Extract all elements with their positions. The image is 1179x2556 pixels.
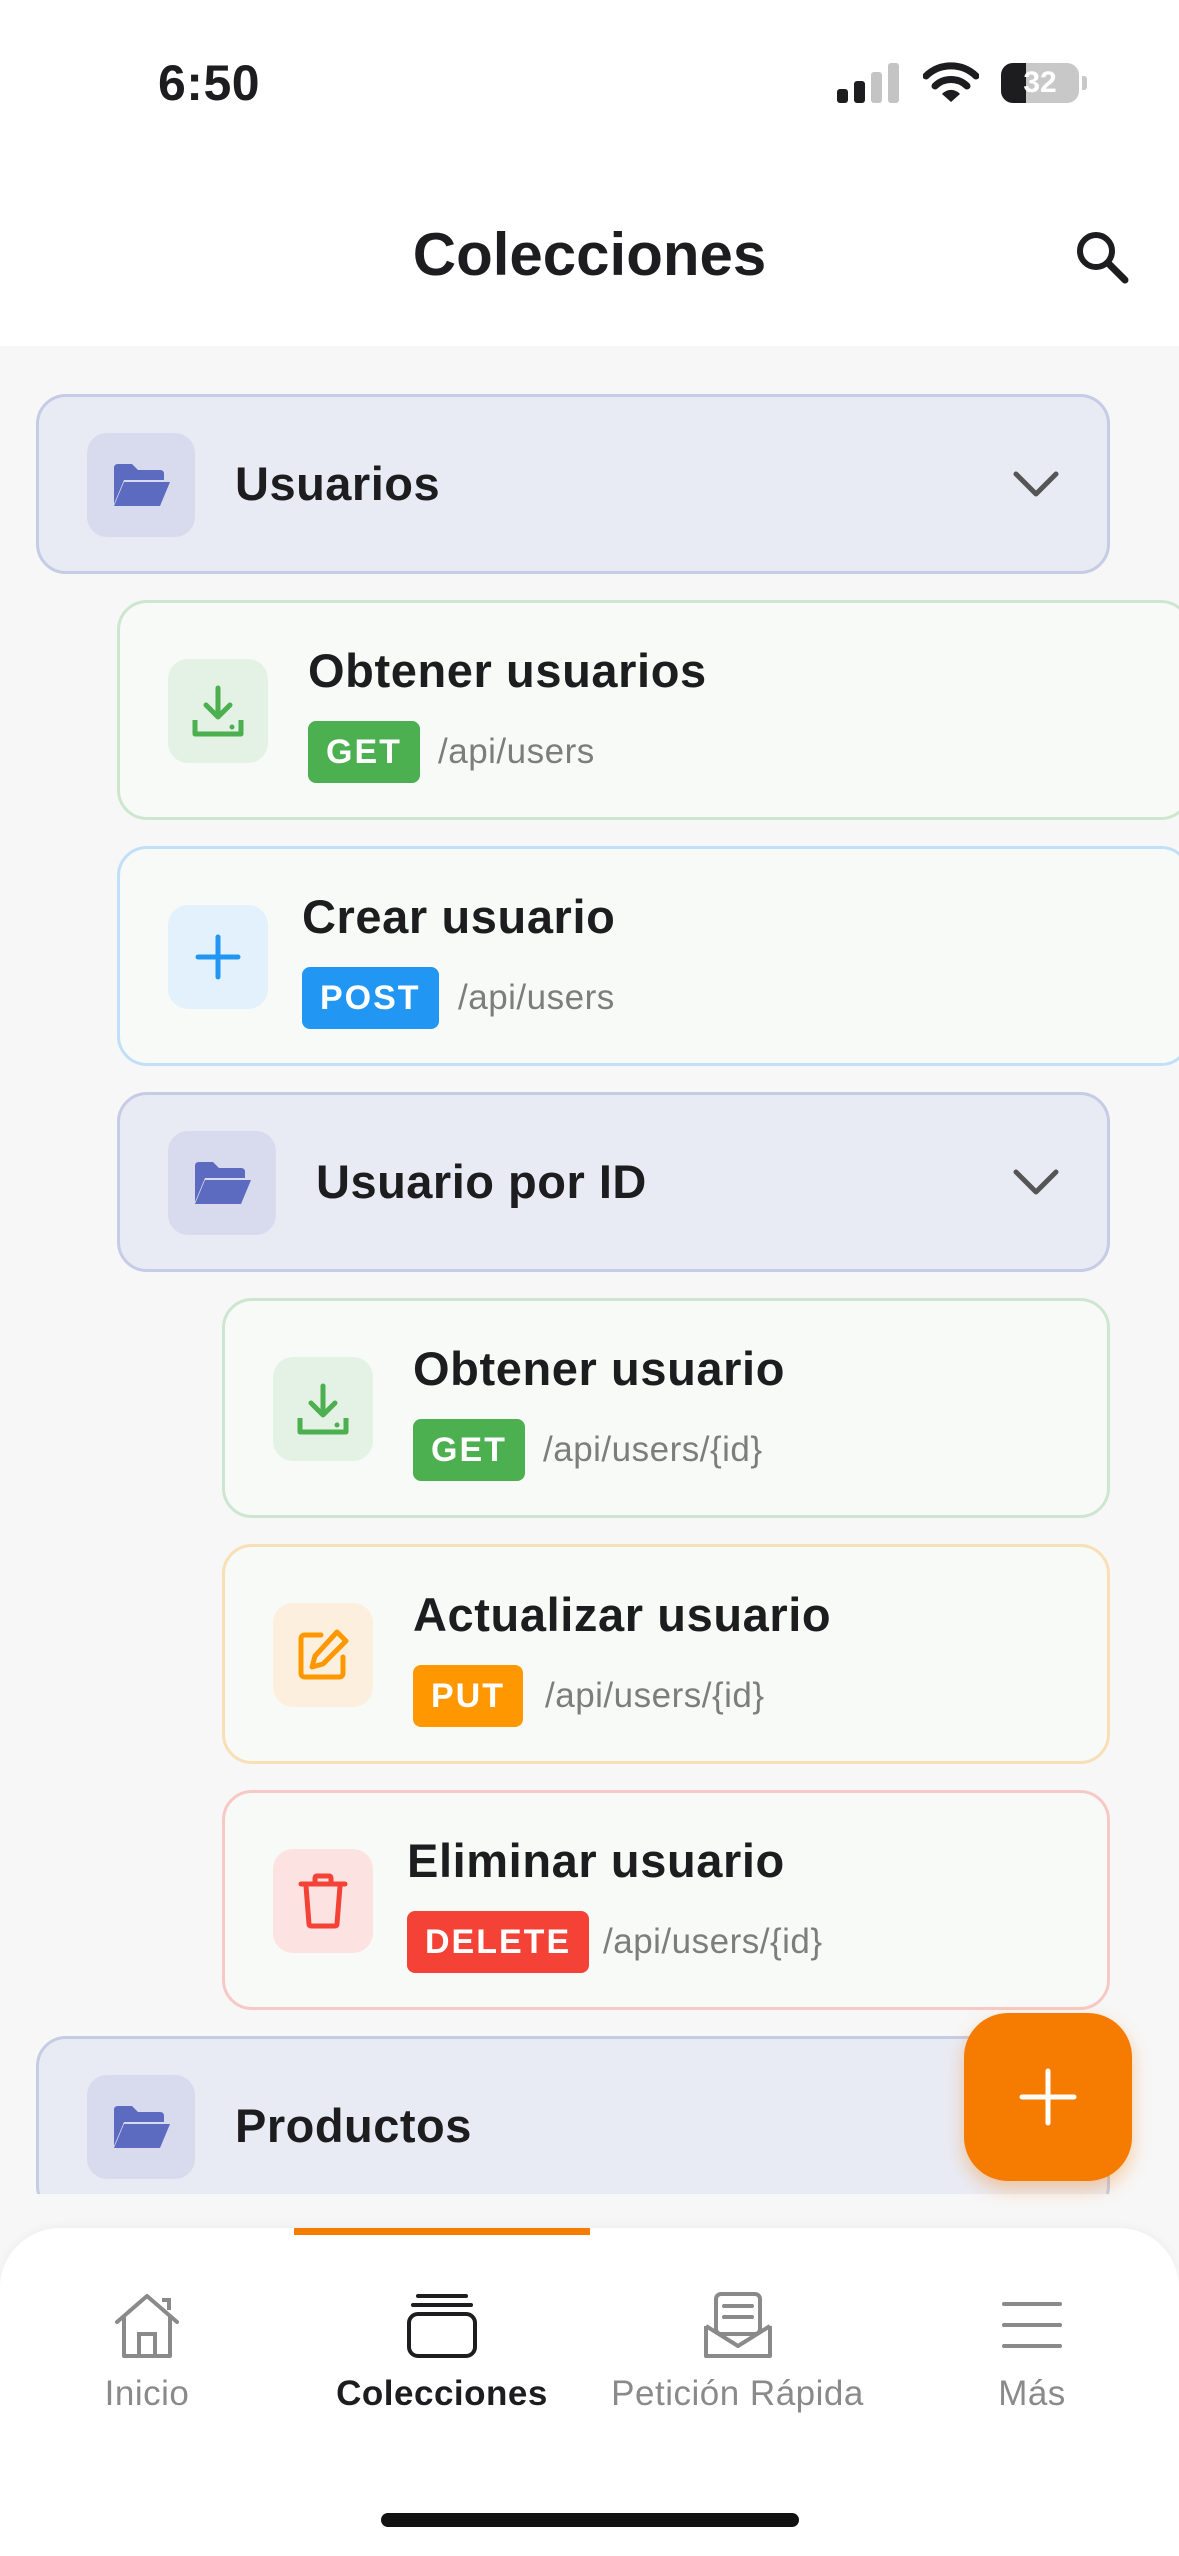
method-badge: DELETE — [407, 1911, 590, 1973]
request-path: /api/users/{id} — [603, 1922, 823, 1961]
request-path: /api/users/{id} — [543, 1430, 763, 1469]
folder-title: Usuarios — [235, 457, 441, 510]
search-button[interactable] — [1067, 222, 1137, 292]
request-title: Obtener usuario — [413, 1342, 786, 1395]
request-title: Eliminar usuario — [407, 1834, 785, 1887]
status-time: 6:50 — [158, 55, 261, 111]
nav-item-peticion-rapida[interactable]: Petición Rápida — [590, 2228, 885, 2448]
nav-label: Colecciones — [336, 2374, 548, 2413]
battery-level: 32 — [1023, 66, 1057, 99]
request-path: /api/users/{id} — [545, 1676, 765, 1715]
nav-label: Inicio — [104, 2374, 190, 2413]
search-icon — [1077, 232, 1129, 284]
request-item[interactable]: Crear usuario POST /api/users — [117, 846, 1179, 1066]
collections-icon — [407, 2294, 477, 2358]
nav-label: Más — [998, 2374, 1066, 2413]
download-icon — [168, 659, 268, 763]
menu-icon — [1002, 2302, 1062, 2348]
cellular-signal-icon — [837, 63, 899, 103]
collection-folder-usuario-por-id[interactable]: Usuario por ID — [117, 1092, 1110, 1272]
method-badge: GET — [308, 721, 420, 783]
request-path: /api/users — [438, 732, 595, 771]
plus-icon — [168, 905, 268, 1009]
status-icons: 32 — [837, 62, 1087, 104]
collection-folder-productos[interactable]: Productos — [36, 2036, 1110, 2194]
page-title: Colecciones — [412, 221, 767, 288]
folder-title: Usuario por ID — [316, 1155, 647, 1208]
nav-label: Petición Rápida — [611, 2374, 864, 2413]
collections-list[interactable]: Usuarios Obtener usuarios GET /api/users… — [0, 346, 1179, 2194]
request-path: /api/users — [458, 978, 615, 1017]
collection-folder-usuarios[interactable]: Usuarios — [36, 394, 1110, 574]
download-icon — [273, 1357, 373, 1461]
edit-icon — [273, 1603, 373, 1707]
folder-icon — [87, 433, 195, 537]
add-button[interactable] — [964, 2013, 1132, 2181]
folder-icon — [168, 1131, 276, 1235]
method-badge: POST — [302, 967, 439, 1029]
chevron-down-icon[interactable] — [1011, 1157, 1061, 1207]
request-item[interactable]: Obtener usuarios GET /api/users — [117, 600, 1179, 820]
nav-item-colecciones[interactable]: Colecciones — [294, 2228, 590, 2448]
bottom-nav: Inicio Colecciones Petición Rápida Más — [0, 2228, 1179, 2556]
nav-item-inicio[interactable]: Inicio — [0, 2228, 294, 2448]
trash-icon — [273, 1849, 373, 1953]
wifi-icon — [923, 62, 979, 102]
app-header: Colecciones — [0, 180, 1179, 346]
request-title: Obtener usuarios — [308, 644, 707, 697]
battery-icon: 32 — [1001, 63, 1087, 103]
home-indicator[interactable] — [381, 2513, 799, 2527]
status-bar: 6:50 32 — [0, 0, 1179, 180]
method-badge: GET — [413, 1419, 525, 1481]
folder-icon — [87, 2075, 195, 2179]
chevron-down-icon[interactable] — [1011, 459, 1061, 509]
nav-item-mas[interactable]: Más — [885, 2228, 1179, 2448]
request-item[interactable]: Eliminar usuario DELETE /api/users/{id} — [222, 1790, 1110, 2010]
request-title: Actualizar usuario — [413, 1588, 832, 1641]
folder-title: Productos — [235, 2099, 472, 2152]
home-icon — [115, 2294, 179, 2358]
request-item[interactable]: Obtener usuario GET /api/users/{id} — [222, 1298, 1110, 1518]
quick-request-icon — [703, 2292, 772, 2358]
plus-icon — [1019, 2068, 1077, 2126]
request-item[interactable]: Actualizar usuario PUT /api/users/{id} — [222, 1544, 1110, 1764]
method-badge: PUT — [413, 1665, 523, 1727]
request-title: Crear usuario — [302, 890, 616, 943]
